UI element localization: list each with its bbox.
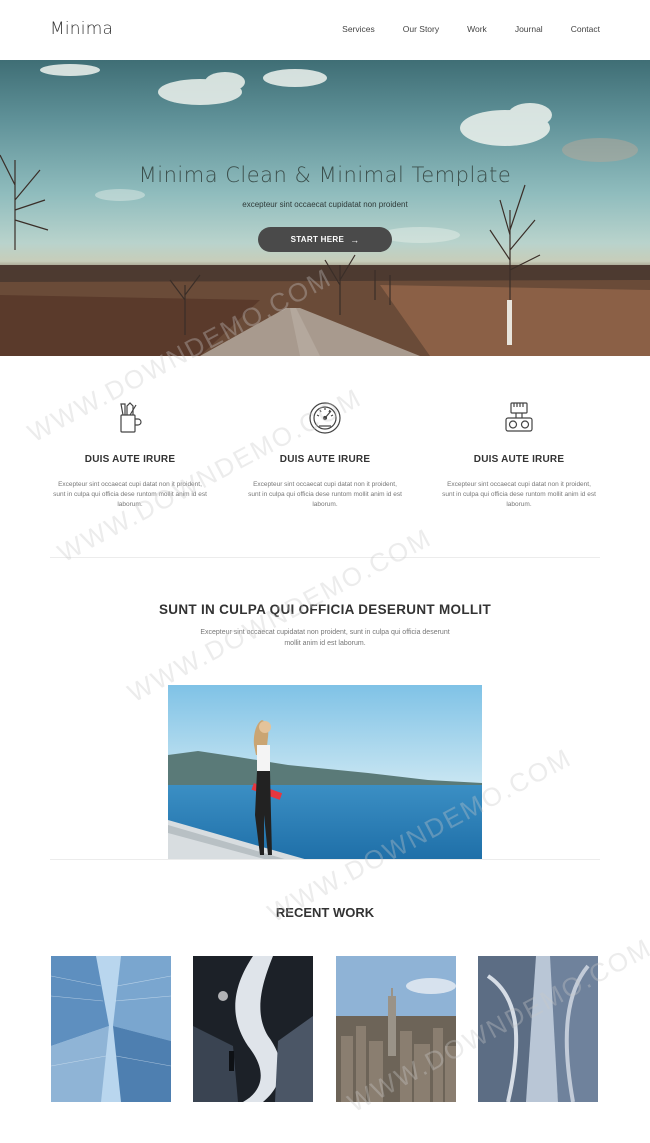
site-logo[interactable]: Minima [50,19,113,39]
nav-link-contact[interactable]: Contact [571,24,600,34]
work-item-city-skyline[interactable] [336,956,456,1102]
main-nav: Services Our Story Work Journal Contact [342,24,600,34]
work-item-skyscrapers[interactable] [51,956,171,1102]
feature-title: DUIS AUTE IRURE [279,454,371,465]
speedometer-icon [307,400,343,436]
work-item-escalator[interactable] [478,956,598,1102]
recent-work-title: RECENT WORK [275,905,375,920]
work-item-staircase[interactable] [193,956,313,1102]
feature-card-3: DUIS AUTE IRURE Excepteur sint occaecat … [439,400,599,510]
about-title: SUNT IN CULPA QUI OFFICIA DESERUNT MOLLI… [158,602,492,617]
hero-subtitle: excepteur sint occaecat cupidatat non pr… [242,200,408,209]
feature-text: Excepteur sint occaecat cupi datat non i… [53,481,207,508]
feature-title: DUIS AUTE IRURE [473,454,565,465]
start-here-label: START HERE [290,235,345,244]
arrow-right-icon: → [350,234,360,245]
pencil-cup-icon [112,400,148,436]
start-here-button[interactable]: START HERE → [258,227,392,252]
hero-banner: Minima Clean & Minimal Template excepteu… [0,60,650,356]
nav-link-journal[interactable]: Journal [515,24,543,34]
nav-link-services[interactable]: Services [342,24,375,34]
feature-card-2: DUIS AUTE IRURE Excepteur sint occaecat … [245,400,405,510]
feature-text: Excepteur sint occaecat cupi datat non i… [442,481,596,508]
nav-link-work[interactable]: Work [467,24,487,34]
site-header: Minima Services Our Story Work Journal C… [0,0,650,60]
feature-title: DUIS AUTE IRURE [84,454,176,465]
feature-card-1: DUIS AUTE IRURE Excepteur sint occaecat … [50,400,210,510]
camera-icon [501,400,537,436]
hero-title: Minima Clean & Minimal Template [138,163,512,187]
section-divider [50,859,600,860]
feature-text: Excepteur sint occaecat cupi datat non i… [248,481,402,508]
section-divider [50,557,600,558]
nav-link-our-story[interactable]: Our Story [403,24,439,34]
woman-seaside-photo [168,685,482,860]
about-text: Excepteur sint occaecat cupidatat non pr… [200,629,450,647]
